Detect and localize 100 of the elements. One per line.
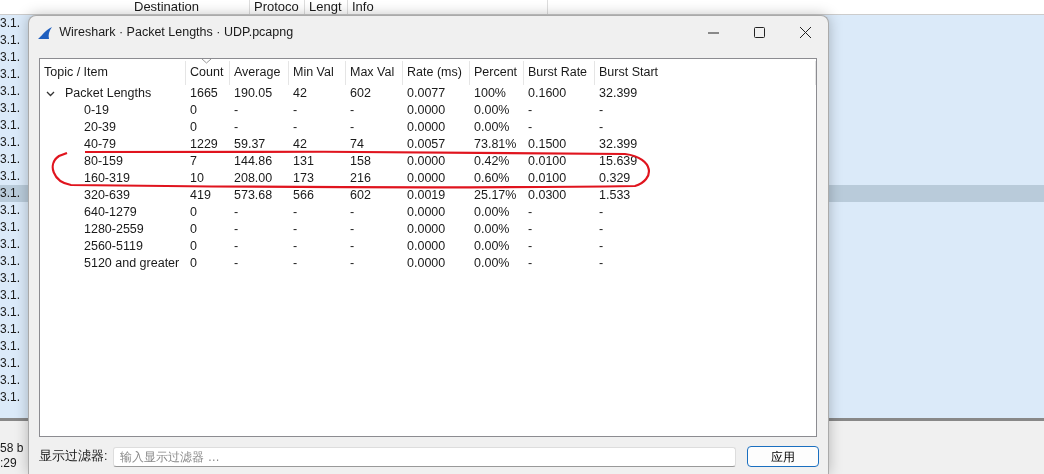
table-cell: 0.00% xyxy=(474,103,510,117)
table-cell: - xyxy=(293,120,298,134)
table-cell: - xyxy=(599,239,604,253)
expanded-chevron-icon[interactable] xyxy=(46,89,55,98)
column-header[interactable]: Burst Start xyxy=(599,65,659,79)
table-cell: 0.0000 xyxy=(407,103,446,117)
column-header[interactable]: Rate (ms) xyxy=(407,65,462,79)
tree-item[interactable]: 320-639 xyxy=(84,187,130,204)
packet-cell: 3.1. xyxy=(0,135,20,149)
table-cell: - xyxy=(234,103,239,117)
tree-item[interactable]: 1280-2559 xyxy=(84,221,144,238)
table-cell: 0.0019 xyxy=(407,188,446,202)
column-header[interactable]: Topic / Item xyxy=(44,65,108,79)
table-cell: 0.00% xyxy=(474,222,510,236)
packet-cell: 3.1. xyxy=(0,271,20,285)
table-cell: - xyxy=(528,120,533,134)
tree-item[interactable]: 40-79 xyxy=(84,136,116,153)
packet-cell: 3.1. xyxy=(0,322,20,336)
packet-cell: 3.1. xyxy=(0,220,20,234)
table-cell: 0.329 xyxy=(599,171,631,185)
table-cell: 32.399 xyxy=(599,86,638,100)
column-header[interactable]: Lengt xyxy=(305,0,348,14)
column-header[interactable]: Max Val xyxy=(350,65,395,79)
packet-cell: 3.1. xyxy=(0,84,20,98)
table-cell: 0 xyxy=(190,103,197,117)
table-cell: - xyxy=(528,256,533,270)
table-cell: - xyxy=(234,222,239,236)
tree-item[interactable]: 0-19 xyxy=(84,102,110,119)
table-cell: 0.1600 xyxy=(528,86,567,100)
table-cell: 15.639 xyxy=(599,154,638,168)
packet-cell: 3.1. xyxy=(0,152,20,166)
table-cell: - xyxy=(293,103,298,117)
tree-item[interactable]: Packet Lengths xyxy=(65,85,152,102)
table-cell: 0 xyxy=(190,120,197,134)
table-cell: 0.0000 xyxy=(407,120,446,134)
table-cell: 131 xyxy=(293,154,314,168)
tree-item[interactable]: 2560-5119 xyxy=(84,238,143,255)
column-header[interactable]: Destination xyxy=(130,0,250,14)
table-cell: 158 xyxy=(350,154,371,168)
table-cell: - xyxy=(599,205,604,219)
table-cell: 0.0077 xyxy=(407,86,446,100)
table-cell: 0.1500 xyxy=(528,137,567,151)
table-cell: 216 xyxy=(350,171,371,185)
table-cell: 173 xyxy=(293,171,314,185)
table-cell: 0.0000 xyxy=(407,205,446,219)
table-cell: 602 xyxy=(350,188,371,202)
packet-cell: 3.1. xyxy=(0,305,20,319)
packet-cell: 3.1. xyxy=(0,203,20,217)
table-cell: - xyxy=(350,103,355,117)
tree-item[interactable]: 640-1279 xyxy=(84,204,137,221)
packet-cell: 3.1. xyxy=(0,16,20,30)
table-cell: - xyxy=(350,222,355,236)
filter-label: 显示过滤器: xyxy=(39,448,108,466)
table-cell: 10 xyxy=(190,171,204,185)
table-cell: - xyxy=(599,120,604,134)
apply-button[interactable]: 应用 xyxy=(747,446,820,467)
table-cell: 1.533 xyxy=(599,188,631,202)
table-cell: - xyxy=(528,103,533,117)
packet-cell: 3.1. xyxy=(0,356,20,370)
tree-item[interactable]: 80-159 xyxy=(84,153,123,170)
close-icon xyxy=(799,27,811,38)
column-header[interactable]: Info xyxy=(348,0,548,14)
table-cell: - xyxy=(293,256,298,270)
packet-cell: 3.1. xyxy=(0,288,20,302)
table-cell: 0.00% xyxy=(474,120,510,134)
table-cell: 0.0000 xyxy=(407,256,446,270)
tree-item[interactable]: 20-39 xyxy=(84,119,116,136)
table-cell: 208.00 xyxy=(234,171,273,185)
table-cell: - xyxy=(350,239,355,253)
column-header[interactable]: Protoco xyxy=(250,0,305,14)
table-cell: 42 xyxy=(293,137,307,151)
window-title: Wireshark · Packet Lengths · UDP.pcapng xyxy=(59,24,294,42)
table-cell: 42 xyxy=(293,86,307,100)
table-cell: 0 xyxy=(190,256,197,270)
table-cell: - xyxy=(350,120,355,134)
table-cell: - xyxy=(234,256,239,270)
table-cell: - xyxy=(234,120,239,134)
column-header[interactable]: Burst Rate xyxy=(528,65,588,79)
table-cell: 0.60% xyxy=(474,171,510,185)
table-cell: 100% xyxy=(474,86,506,100)
shark-fin-icon xyxy=(37,25,53,40)
table-cell: 0.0000 xyxy=(407,239,446,253)
tree-item[interactable]: 160-319 xyxy=(84,170,130,187)
column-header[interactable]: Percent xyxy=(474,65,518,79)
table-cell: 0.00% xyxy=(474,239,510,253)
table-cell: 59.37 xyxy=(234,137,266,151)
packet-cell: 3.1. xyxy=(0,33,20,47)
table-cell: 25.17% xyxy=(474,188,517,202)
column-header[interactable]: Min Val xyxy=(293,65,334,79)
table-cell: 1665 xyxy=(190,86,218,100)
column-header[interactable]: Count xyxy=(190,65,224,79)
table-cell: 0.42% xyxy=(474,154,510,168)
table-cell: 0.0000 xyxy=(407,171,446,185)
column-header[interactable]: Average xyxy=(234,65,281,79)
table-cell: 74 xyxy=(350,137,364,151)
tree-item[interactable]: 5120 and greater xyxy=(84,255,180,272)
table-cell: 73.81% xyxy=(474,137,517,151)
table-cell: - xyxy=(528,239,533,253)
packet-cell: 3.1. xyxy=(0,237,20,251)
filter-input[interactable]: 输入显示过滤器 … xyxy=(113,446,737,467)
